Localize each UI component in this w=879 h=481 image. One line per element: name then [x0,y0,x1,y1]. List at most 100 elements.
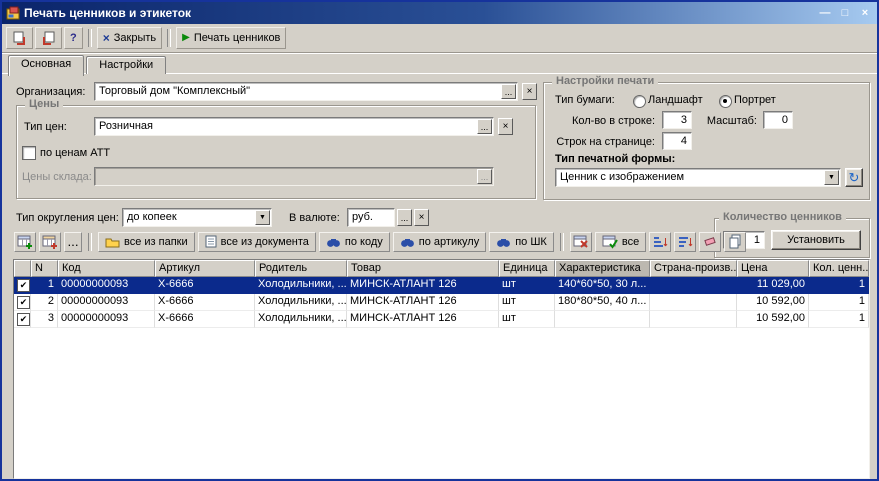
cell-characteristic[interactable]: 140*60*50, 30 л... [555,277,650,294]
row-checkbox-checked-icon[interactable]: ✔ [17,296,30,309]
paper-portrait-label[interactable]: Портрет [734,94,776,106]
paper-landscape-label[interactable]: Ландшафт [648,94,703,106]
print-tags-button[interactable]: ▶ Печать ценников [176,27,286,49]
cell-unit[interactable]: шт [499,311,555,328]
add-group-button[interactable] [39,232,61,252]
form-type-dropdown-button[interactable]: ▼ [824,170,839,185]
currency-clear-button[interactable]: × [414,209,429,226]
att-prices-label[interactable]: по ценам АТТ [40,147,110,159]
cell-unit[interactable]: шт [499,294,555,311]
cell-product[interactable]: МИНСК-АТЛАНТ 126 [347,277,499,294]
clear-list-button[interactable] [699,232,721,252]
select-by-code-button[interactable]: по коду [319,232,390,252]
paper-landscape-radio[interactable] [633,95,646,108]
all-from-folder-button[interactable]: все из папки [98,232,195,252]
table-row[interactable]: ✔ 3 00000000093 Х-6666 Холодильники, ...… [14,311,869,328]
organization-clear-button[interactable]: × [522,83,537,100]
form-type-combobox[interactable]: Ценник с изображением ▼ [555,168,841,187]
column-header-n[interactable]: N [31,260,58,277]
price-type-clear-button[interactable]: × [498,118,513,135]
cell-product[interactable]: МИНСК-АТЛАНТ 126 [347,311,499,328]
cell-product[interactable]: МИНСК-АТЛАНТ 126 [347,294,499,311]
cell-country[interactable] [650,277,737,294]
select-by-article-button[interactable]: по артикулу [393,232,486,252]
cell-country[interactable] [650,294,737,311]
cell-price[interactable]: 10 592,00 [737,311,809,328]
minimize-button[interactable]: — [817,5,833,21]
maximize-button[interactable]: □ [837,5,853,21]
column-header-code[interactable]: Код [58,260,155,277]
column-header-country[interactable]: Страна-произв... [650,260,737,277]
cell-code[interactable]: 00000000093 [58,277,155,294]
cell-qty[interactable]: 1 [809,294,869,311]
cell-article[interactable]: Х-6666 [155,311,255,328]
select-by-barcode-button[interactable]: по ШК [489,232,554,252]
column-header-article[interactable]: Артикул [155,260,255,277]
organization-field[interactable]: Торговый дом "Комплексный" ... [94,82,518,101]
column-header-product[interactable]: Товар [347,260,499,277]
att-prices-checkbox[interactable] [22,146,36,160]
cell-qty[interactable]: 1 [809,277,869,294]
cell-code[interactable]: 00000000093 [58,311,155,328]
cell-n[interactable]: 2 [31,294,58,311]
cell-article[interactable]: Х-6666 [155,294,255,311]
set-quantity-button[interactable]: Установить [771,230,861,250]
cell-characteristic[interactable] [555,311,650,328]
tab-settings[interactable]: Настройки [86,56,166,74]
cell-price[interactable]: 10 592,00 [737,294,809,311]
column-header-parent[interactable]: Родитель [255,260,347,277]
cell-parent[interactable]: Холодильники, ... [255,277,347,294]
rows-per-page-input[interactable]: 4 [662,132,692,150]
price-type-field[interactable]: Розничная ... [94,117,494,136]
cell-check[interactable]: ✔ [14,311,31,328]
cell-parent[interactable]: Холодильники, ... [255,311,347,328]
restore-settings-button[interactable] [35,27,62,49]
column-header-price[interactable]: Цена [737,260,809,277]
cell-n[interactable]: 1 [31,277,58,294]
cell-unit[interactable]: шт [499,277,555,294]
tab-main[interactable]: Основная [8,55,84,76]
scale-input[interactable]: 0 [763,111,793,129]
row-checkbox-checked-icon[interactable]: ✔ [17,313,30,326]
table-row[interactable]: ✔ 2 00000000093 Х-6666 Холодильники, ...… [14,294,869,311]
currency-picker-button[interactable]: ... [397,209,412,226]
cell-check[interactable]: ✔ [14,277,31,294]
form-type-refresh-button[interactable]: ↻ [845,168,863,187]
close-form-button[interactable]: × Закрыть [97,27,162,49]
column-header-qty[interactable]: Кол. ценн... [809,260,869,277]
cell-article[interactable]: Х-6666 [155,277,255,294]
all-from-document-button[interactable]: все из документа [198,232,316,252]
titlebar[interactable]: Печать ценников и этикеток — □ × [2,2,877,24]
cell-code[interactable]: 00000000093 [58,294,155,311]
column-header-check[interactable] [14,260,31,277]
cell-n[interactable]: 3 [31,311,58,328]
save-settings-button[interactable] [6,27,33,49]
cell-qty[interactable]: 1 [809,311,869,328]
table-row[interactable]: ✔ 1 00000000093 Х-6666 Холодильники, ...… [14,277,869,294]
cell-price[interactable]: 11 029,00 [737,277,809,294]
help-button[interactable]: ? [64,27,83,49]
warehouse-prices-field: ... [94,167,494,186]
organization-picker-button[interactable]: ... [501,84,516,99]
copy-icon-button[interactable] [724,232,746,252]
cell-characteristic[interactable]: 180*80*50, 40 л... [555,294,650,311]
rounding-dropdown-button[interactable]: ▼ [255,210,270,225]
currency-field[interactable]: руб. [347,208,395,227]
close-window-button[interactable]: × [857,5,873,21]
paper-portrait-radio[interactable] [719,95,732,108]
rounding-combobox[interactable]: до копеек ▼ [122,208,272,227]
per-row-input[interactable]: 3 [662,111,692,129]
sort-descending-button[interactable] [674,232,696,252]
column-header-unit[interactable]: Единица [499,260,555,277]
price-type-picker-button[interactable]: ... [477,119,492,134]
more-actions-button[interactable]: ... [64,232,82,252]
cell-country[interactable] [650,311,737,328]
add-row-button[interactable] [14,232,36,252]
sort-ascending-button[interactable] [649,232,671,252]
column-header-characteristic[interactable]: Характеристика [555,260,650,277]
uncheck-all-button[interactable] [570,232,592,252]
check-all-button[interactable]: все [595,232,646,252]
row-checkbox-checked-icon[interactable]: ✔ [17,279,30,292]
cell-parent[interactable]: Холодильники, ... [255,294,347,311]
cell-check[interactable]: ✔ [14,294,31,311]
